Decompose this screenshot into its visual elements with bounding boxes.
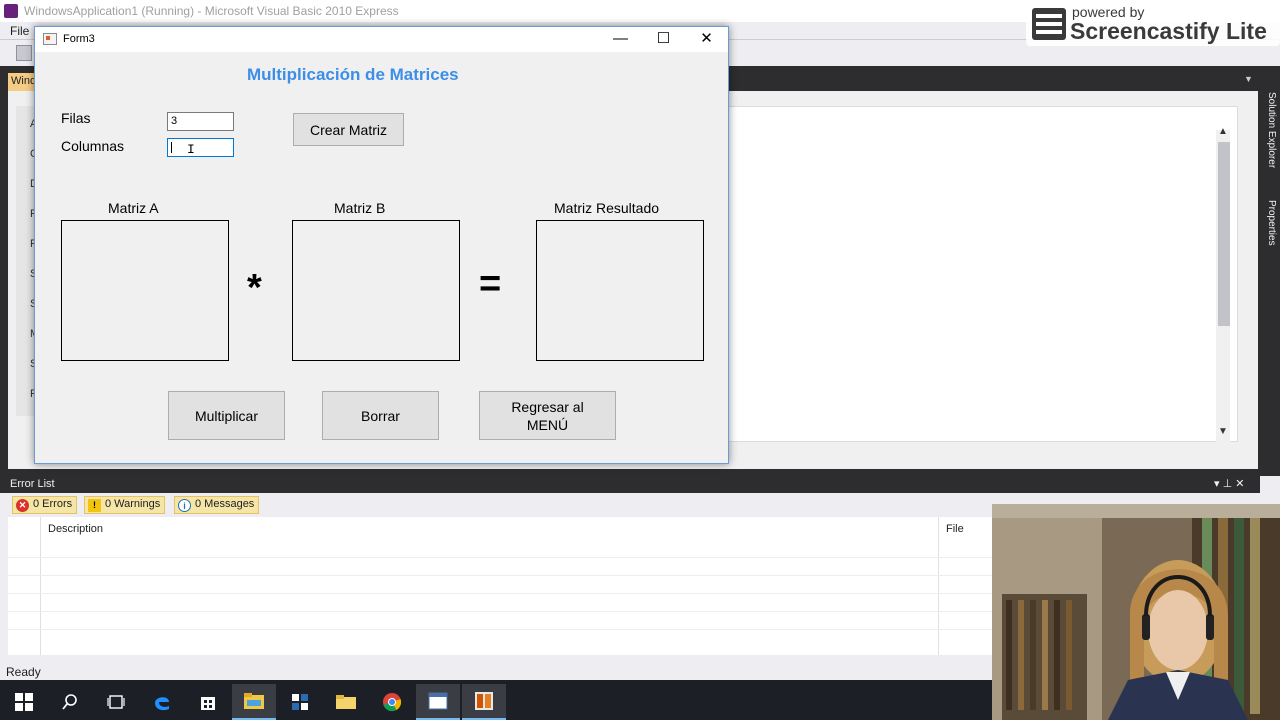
- scrollbar-thumb[interactable]: [1218, 142, 1230, 326]
- multiplicar-button[interactable]: Multiplicar: [168, 391, 285, 440]
- taskbar-file-explorer[interactable]: [232, 684, 276, 720]
- text-caret: [171, 142, 172, 153]
- page-title: Multiplicación de Matrices: [247, 65, 459, 84]
- status-text: Ready: [6, 665, 41, 679]
- matriz-a-label: Matriz A: [108, 200, 159, 216]
- form-app-icon: [43, 33, 57, 45]
- info-icon: i: [178, 499, 191, 512]
- taskbar-app-puzzle[interactable]: [278, 684, 322, 720]
- panel-controls-icon[interactable]: ▾ ⊥ ✕: [1214, 477, 1244, 490]
- taskbar-store[interactable]: [186, 684, 230, 720]
- taskbar-chrome[interactable]: [370, 684, 414, 720]
- matriz-resultado-label: Matriz Resultado: [554, 200, 660, 216]
- grid-divider: [938, 517, 939, 655]
- solution-explorer-tab[interactable]: Solution Explorer: [1266, 92, 1277, 168]
- task-view-button[interactable]: [94, 684, 138, 720]
- error-list-title: Error List: [0, 476, 1260, 493]
- filas-label: Filas: [61, 110, 91, 126]
- matriz-resultado-panel: [536, 220, 704, 361]
- regresar-line1: Regresar al: [511, 398, 584, 415]
- folder-icon: [336, 695, 356, 709]
- webcam-image: [992, 504, 1280, 720]
- taskbar-visual-basic[interactable]: [462, 684, 506, 720]
- close-icon[interactable]: ✕: [685, 27, 728, 52]
- task-view-icon: [107, 695, 125, 709]
- messages-filter-button[interactable]: i 0 Messages: [174, 496, 260, 514]
- vs-logo-icon: [4, 4, 18, 18]
- film-strip-icon: [1032, 8, 1066, 40]
- warnings-filter-button[interactable]: ! 0 Warnings: [84, 496, 166, 514]
- regresar-menu-button[interactable]: Regresar al MENÚ: [479, 391, 616, 440]
- scroll-down-icon[interactable]: ▼: [1218, 426, 1228, 437]
- form3-window: Form3 — ☐ ✕ Multiplicación de Matrices F…: [34, 26, 729, 464]
- column-header-description[interactable]: Description: [48, 523, 103, 535]
- code-canvas: [728, 106, 1238, 442]
- equals-symbol: =: [479, 263, 502, 305]
- scroll-up-icon[interactable]: ▲: [1218, 126, 1228, 137]
- ibeam-cursor-icon: I: [187, 142, 195, 157]
- screencastify-brand: Screencastify Lite: [1070, 18, 1267, 44]
- edge-browser-icon: [155, 697, 169, 711]
- minimize-icon[interactable]: —: [599, 27, 642, 52]
- matriz-a-panel: [61, 220, 229, 361]
- search-button[interactable]: [48, 684, 92, 720]
- side-panel-strip: Solution Explorer Properties: [1264, 70, 1280, 470]
- taskbar-form-app[interactable]: [416, 684, 460, 720]
- form-title: Form3: [63, 33, 95, 45]
- menu-file[interactable]: File: [10, 24, 29, 38]
- crear-matriz-button[interactable]: Crear Matriz: [293, 113, 404, 146]
- column-header-file[interactable]: File: [946, 523, 964, 535]
- chrome-icon: [383, 693, 402, 712]
- filas-input[interactable]: 3: [167, 112, 234, 131]
- visual-basic-icon: [475, 692, 493, 710]
- borrar-button[interactable]: Borrar: [322, 391, 439, 440]
- error-icon: ✕: [16, 499, 29, 512]
- screencastify-watermark: powered by Screencastify Lite: [1026, 2, 1280, 46]
- toolbar-button-icon[interactable]: [16, 45, 32, 61]
- form-window-icon: [428, 692, 448, 710]
- puzzle-app-icon: [292, 694, 308, 710]
- multiply-symbol: *: [247, 267, 262, 309]
- taskbar-folder[interactable]: [324, 684, 368, 720]
- regresar-line2: MENÚ: [526, 416, 569, 433]
- search-icon: [62, 694, 77, 710]
- matriz-b-label: Matriz B: [334, 200, 386, 216]
- columnas-input[interactable]: I: [167, 138, 234, 157]
- vs-window-title: WindowsApplication1 (Running) - Microsof…: [24, 4, 399, 18]
- windows-logo-icon: [15, 693, 33, 711]
- form-titlebar[interactable]: Form3 — ☐ ✕: [35, 27, 728, 52]
- properties-tab[interactable]: Properties: [1266, 200, 1277, 246]
- webcam-feed: [992, 504, 1280, 720]
- warning-icon: !: [88, 499, 101, 512]
- start-button[interactable]: [2, 684, 46, 720]
- warnings-count: 0 Warnings: [105, 498, 161, 510]
- tab-dropdown-icon[interactable]: ▼: [1244, 74, 1253, 84]
- columnas-label: Columnas: [61, 138, 125, 154]
- taskbar-edge[interactable]: [140, 684, 184, 720]
- errors-count: 0 Errors: [33, 498, 73, 510]
- matriz-b-panel: [292, 220, 460, 361]
- store-icon: [201, 697, 215, 710]
- filas-input-value: 3: [171, 115, 178, 127]
- maximize-icon[interactable]: ☐: [642, 27, 685, 52]
- folder-icon: [244, 693, 264, 709]
- messages-count: 0 Messages: [195, 498, 255, 510]
- grid-divider: [40, 517, 41, 655]
- errors-filter-button[interactable]: ✕ 0 Errors: [12, 496, 78, 514]
